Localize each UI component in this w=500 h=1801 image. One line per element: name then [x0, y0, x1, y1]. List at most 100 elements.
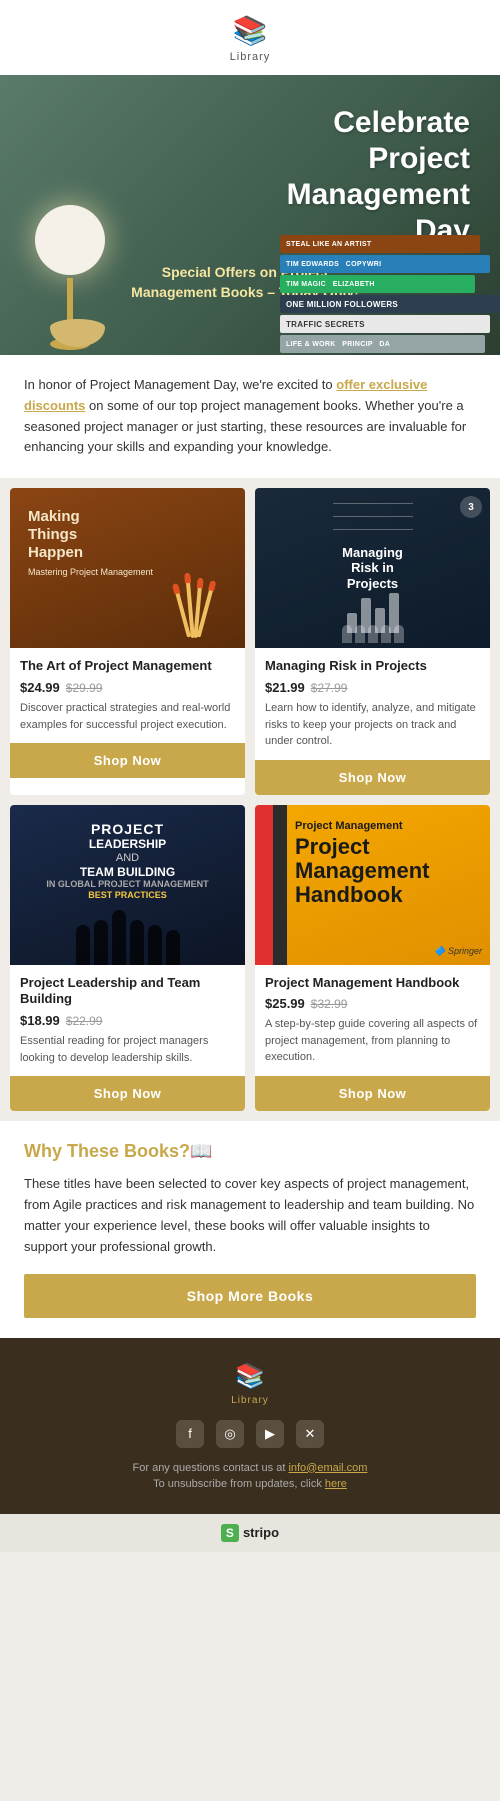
hero-banner: CelebrateProjectManagementDay Special Of…: [0, 75, 500, 355]
silhouette: [112, 910, 126, 965]
email-footer: 📚 Library f ◎ ▶ ✕ For any questions cont…: [0, 1338, 500, 1514]
facebook-icon[interactable]: f: [176, 1420, 204, 1448]
header-logo-icon: 📚: [0, 14, 500, 47]
why-section: Why These Books?📖 These titles have been…: [0, 1121, 500, 1337]
shop-button-1[interactable]: Shop Now: [10, 743, 245, 778]
book-row: STEAL LIKE AN ARTIST: [280, 235, 480, 253]
book-info-2: Managing Risk in Projects $21.99 $27.99 …: [255, 648, 490, 759]
price-row-1: $24.99 $29.99: [20, 680, 235, 695]
youtube-icon[interactable]: ▶: [256, 1420, 284, 1448]
hero-books-decoration: STEAL LIKE AN ARTIST TIM EDWARDS COPYWRI…: [280, 235, 500, 355]
book-info-3: Project Leadership and Team Building $18…: [10, 965, 245, 1077]
grid-h3: [333, 529, 413, 530]
social-icons-row: f ◎ ▶ ✕: [20, 1420, 480, 1448]
shop-button-2[interactable]: Shop Now: [255, 760, 490, 795]
footer-logo-text: Library: [20, 1395, 480, 1406]
book-row: TIM EDWARDS COPYWRI: [280, 255, 490, 273]
book-info-1: The Art of Project Management $24.99 $29…: [10, 648, 245, 743]
book-cover-1: MakingThingsHappenMastering Project Mana…: [10, 488, 245, 648]
stripo-text: stripo: [243, 1525, 279, 1540]
silhouette: [148, 925, 162, 965]
book-cover-title-3: PROJECT LEADERSHIP AND TEAM BUILDING IN …: [10, 813, 245, 909]
book-card-4: Project Management ProjectManagementHand…: [255, 805, 490, 1112]
grid-h2: [333, 516, 413, 517]
matches-visual: [180, 558, 240, 638]
footer-contact: For any questions contact us at info@ema…: [20, 1462, 480, 1474]
shop-button-3[interactable]: Shop Now: [10, 1076, 245, 1111]
silhouette: [166, 930, 180, 965]
book-desc-4: A step-by-step guide covering all aspect…: [265, 1016, 480, 1076]
grid-visual: [333, 503, 413, 563]
match-head: [197, 578, 204, 588]
person-icon: [394, 625, 404, 643]
person-icon: [342, 625, 352, 643]
person-icon: [381, 625, 391, 643]
price-old-1: $29.99: [66, 681, 103, 695]
book-row: ONE MILLION FOLLOWERS: [280, 295, 500, 313]
person-icon: [368, 625, 378, 643]
lamp-shade: [35, 205, 105, 275]
match-head: [184, 573, 191, 583]
book-card-3: PROJECT LEADERSHIP AND TEAM BUILDING IN …: [10, 805, 245, 1112]
instagram-icon[interactable]: ◎: [216, 1420, 244, 1448]
book-card-2: 3 ManagingRisk inProjects: [255, 488, 490, 794]
book-cover-title-1: MakingThingsHappenMastering Project Mana…: [18, 498, 163, 590]
book-desc-1: Discover practical strategies and real-w…: [20, 700, 235, 743]
email-header: 📚 Library: [0, 0, 500, 75]
price-new-4: $25.99: [265, 996, 305, 1011]
book-cover-3: PROJECT LEADERSHIP AND TEAM BUILDING IN …: [10, 805, 245, 965]
book-row: TRAFFIC SECRETS: [280, 315, 490, 333]
people-visual: [255, 625, 490, 643]
silhouette: [76, 925, 90, 965]
unsub-text: To unsubscribe from updates, click: [153, 1478, 325, 1490]
books-grid: MakingThingsHappenMastering Project Mana…: [0, 478, 500, 1121]
book-row: LIFE & WORK PRINCIP DA: [280, 335, 485, 353]
book-title-2: Managing Risk in Projects: [265, 658, 480, 675]
intro-text-after: on some of our top project management bo…: [24, 398, 466, 455]
springer-logo: 🔷 Springer: [434, 946, 482, 957]
book-info-4: Project Management Handbook $25.99 $32.9…: [255, 965, 490, 1076]
contact-text: For any questions contact us at: [133, 1462, 289, 1474]
hero-title: CelebrateProjectManagementDay: [287, 105, 470, 249]
price-old-3: $22.99: [66, 1014, 103, 1028]
shop-button-4[interactable]: Shop Now: [255, 1076, 490, 1111]
footer-logo-icon: 📚: [20, 1362, 480, 1391]
price-old-2: $27.99: [311, 681, 348, 695]
price-row-3: $18.99 $22.99: [20, 1013, 235, 1028]
person-icon: [355, 625, 365, 643]
footer-unsub: To unsubscribe from updates, click here: [20, 1478, 480, 1490]
book-card-1: MakingThingsHappenMastering Project Mana…: [10, 488, 245, 794]
price-new-3: $18.99: [20, 1013, 60, 1028]
price-row-4: $25.99 $32.99: [265, 996, 480, 1011]
book-title-3: Project Leadership and Team Building: [20, 975, 235, 1009]
intro-text-before: In honor of Project Management Day, we'r…: [24, 377, 336, 392]
book-row: TIM MAGIC ELIZABETH: [280, 275, 475, 293]
book-badge: 3: [460, 496, 482, 518]
book-cover-2: 3 ManagingRisk inProjects: [255, 488, 490, 648]
silhouette: [94, 920, 108, 965]
header-logo-text: Library: [230, 51, 271, 63]
price-old-4: $32.99: [311, 997, 348, 1011]
match-head: [172, 583, 180, 594]
book-title-1: The Art of Project Management: [20, 658, 235, 675]
unsub-link[interactable]: here: [325, 1478, 347, 1490]
silhouettes-visual: [10, 905, 245, 965]
book-stack: STEAL LIKE AN ARTIST TIM EDWARDS COPYWRI…: [280, 235, 500, 355]
price-row-2: $21.99 $27.99: [265, 680, 480, 695]
shop-more-button[interactable]: Shop More Books: [24, 1274, 476, 1318]
stripo-s-icon: S: [221, 1524, 239, 1542]
book-desc-2: Learn how to identify, analyze, and miti…: [265, 700, 480, 760]
stripo-logo: S stripo: [221, 1524, 279, 1542]
book-cover-title-4: Project Management ProjectManagementHand…: [295, 820, 437, 908]
book-cover-4: Project Management ProjectManagementHand…: [255, 805, 490, 965]
why-title: Why These Books?📖: [24, 1141, 476, 1162]
book-desc-3: Essential reading for project managers l…: [20, 1033, 235, 1076]
grid-h1: [333, 503, 413, 504]
silhouette: [130, 920, 144, 965]
cover-strip-red: [255, 805, 273, 965]
intro-section: In honor of Project Management Day, we'r…: [0, 355, 500, 478]
twitter-icon[interactable]: ✕: [296, 1420, 324, 1448]
contact-email[interactable]: info@email.com: [288, 1462, 367, 1474]
book-title-4: Project Management Handbook: [265, 975, 480, 992]
price-new-2: $21.99: [265, 680, 305, 695]
